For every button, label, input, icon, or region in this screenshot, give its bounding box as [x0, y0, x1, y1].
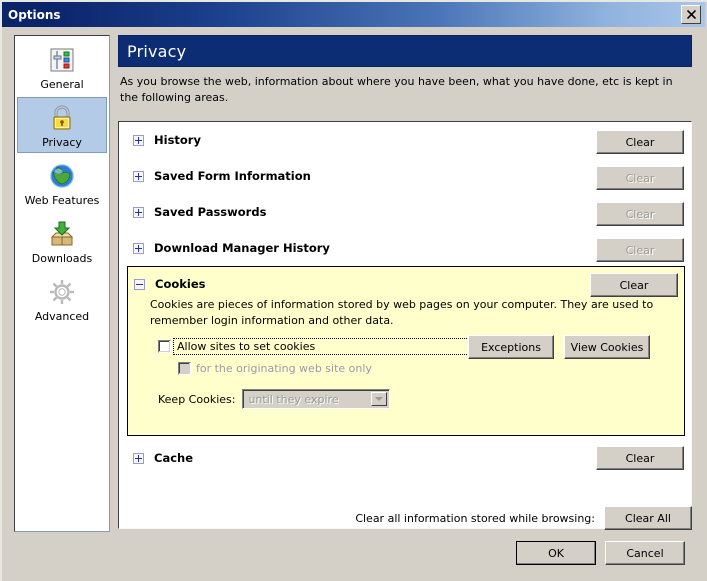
cookies-description: Cookies are pieces of information stored…: [150, 298, 654, 327]
clear-download-manager-history-button: Clear: [596, 238, 684, 262]
privacy-pane: Privacy As you browse the web, informati…: [118, 35, 692, 529]
section-saved-passwords-label: Saved Passwords: [154, 205, 267, 219]
section-cache[interactable]: Cache Clear: [119, 440, 691, 476]
sidebar-item-advanced-label: Advanced: [34, 310, 90, 323]
gear-icon: [46, 276, 78, 308]
sidebar-item-downloads-label: Downloads: [31, 252, 93, 265]
clear-all-text: Clear all information stored while brows…: [355, 511, 595, 525]
section-cookies-label: Cookies: [155, 277, 206, 291]
allow-cookies-focus-ring: Allow sites to set cookies: [173, 337, 473, 355]
expand-plus-icon[interactable]: [133, 242, 144, 254]
dialog-buttons-row: OK Cancel: [118, 540, 692, 566]
keep-cookies-dropdown: until they expire: [242, 389, 391, 409]
expand-plus-icon[interactable]: [133, 170, 144, 182]
sidebar-item-privacy[interactable]: Privacy: [17, 97, 107, 153]
keep-cookies-row: Keep Cookies: until they expire: [158, 389, 684, 409]
sidebar-item-general-label: General: [40, 78, 84, 91]
privacy-sections-list: History Clear Saved Form Information Cle…: [118, 121, 692, 529]
expand-plus-icon[interactable]: [133, 134, 144, 146]
window-titlebar[interactable]: Options: [2, 2, 705, 27]
sidebar-item-web-features-label: Web Features: [24, 194, 100, 207]
keep-cookies-label: Keep Cookies:: [158, 392, 236, 406]
section-saved-form-information[interactable]: Saved Form Information Clear: [119, 158, 691, 194]
clear-all-row: Clear all information stored while brows…: [118, 505, 692, 531]
clear-cookies-button[interactable]: Clear: [590, 273, 678, 297]
sidebar-item-downloads[interactable]: Downloads: [17, 213, 107, 269]
clear-all-button[interactable]: Clear All: [604, 506, 692, 530]
clear-saved-passwords-button: Clear: [596, 202, 684, 226]
clear-history-button[interactable]: Clear: [596, 130, 684, 154]
expand-plus-icon[interactable]: [133, 452, 144, 464]
sidebar-item-privacy-label: Privacy: [42, 136, 82, 149]
chevron-down-icon: [371, 392, 388, 406]
cookies-controls: Allow sites to set cookies for the origi…: [128, 329, 684, 409]
section-saved-passwords[interactable]: Saved Passwords Clear: [119, 194, 691, 230]
sliders-icon: [46, 44, 78, 76]
section-download-manager-history-label: Download Manager History: [154, 241, 330, 255]
section-cache-label: Cache: [154, 451, 194, 465]
expand-plus-icon[interactable]: [133, 206, 144, 218]
download-box-icon: [46, 218, 78, 250]
allow-cookies-checkbox[interactable]: [158, 339, 171, 353]
clear-saved-form-information-button: Clear: [596, 166, 684, 190]
cancel-button[interactable]: Cancel: [605, 541, 685, 565]
keep-cookies-value: until they expire: [248, 392, 339, 406]
view-cookies-button[interactable]: View Cookies: [564, 335, 650, 359]
section-saved-form-information-label: Saved Form Information: [154, 169, 311, 183]
sidebar-item-general[interactable]: General: [17, 39, 107, 95]
pane-description: As you browse the web, information about…: [120, 75, 673, 104]
originating-site-checkbox: [178, 361, 191, 375]
section-cookies: Cookies Clear Cookies are pieces of info…: [127, 266, 685, 436]
cookies-action-buttons: Exceptions View Cookies: [468, 335, 650, 359]
options-dialog: Options General Privacy Web Features Dow…: [0, 0, 707, 581]
globe-icon: [46, 160, 78, 192]
sidebar-item-web-features[interactable]: Web Features: [17, 155, 107, 211]
sidebar: General Privacy Web Features Downloads A…: [14, 35, 110, 532]
lock-icon: [46, 102, 78, 134]
originating-site-label: for the originating web site only: [196, 361, 372, 375]
close-icon[interactable]: [681, 5, 701, 24]
cookies-header-row[interactable]: Cookies Clear: [128, 267, 684, 301]
sidebar-item-advanced[interactable]: Advanced: [17, 271, 107, 327]
clear-cache-button[interactable]: Clear: [596, 446, 684, 470]
window-title: Options: [8, 7, 61, 22]
pane-header: Privacy: [118, 35, 692, 67]
page-title: Privacy: [127, 41, 187, 61]
section-download-manager-history[interactable]: Download Manager History Clear: [119, 230, 691, 266]
collapse-minus-icon[interactable]: [134, 278, 145, 290]
ok-button[interactable]: OK: [516, 541, 596, 565]
originating-site-row: for the originating web site only: [158, 359, 684, 377]
section-history-label: History: [154, 133, 201, 147]
close-glyph: [686, 10, 696, 19]
exceptions-button[interactable]: Exceptions: [468, 335, 554, 359]
allow-cookies-label[interactable]: Allow sites to set cookies: [177, 340, 315, 353]
section-history[interactable]: History Clear: [119, 122, 691, 158]
